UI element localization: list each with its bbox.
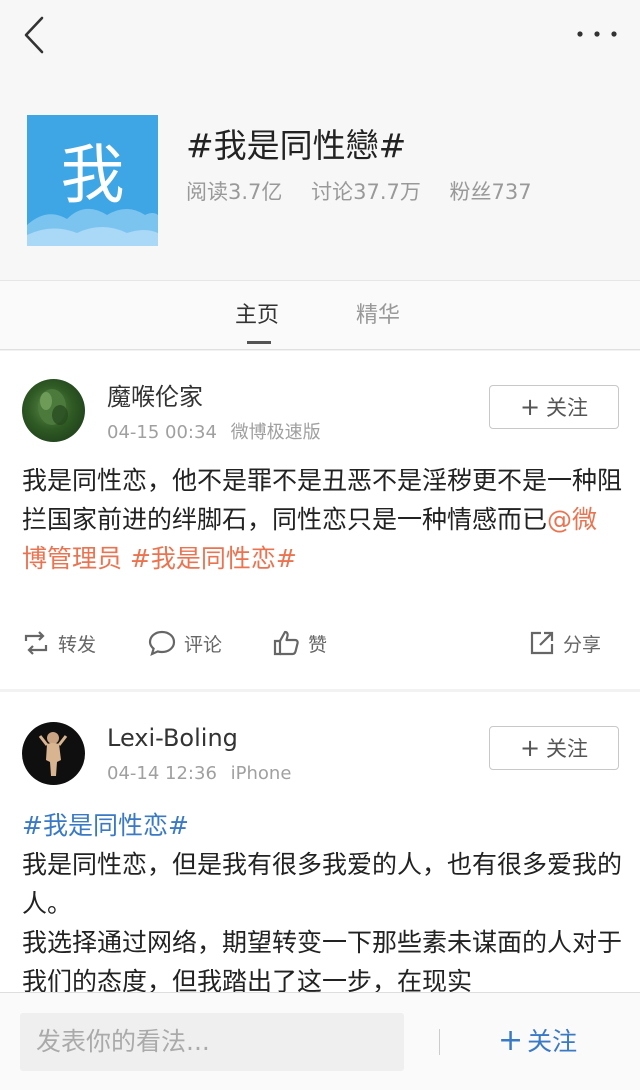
- fan-count: 粉丝737: [449, 180, 532, 204]
- repost-button[interactable]: 转发: [22, 623, 96, 663]
- avatar-image: [38, 732, 68, 776]
- bar-divider: [439, 1029, 440, 1055]
- share-icon: [530, 631, 554, 655]
- thumbs-up-icon: [273, 630, 299, 656]
- post-meta: 04-15 00:34 微博极速版: [107, 421, 321, 445]
- topic-title: #我是同性戀#: [186, 126, 407, 165]
- post-body: #我是同性恋# 我是同性恋，但是我有很多我爱的人，也有很多爱我的人。 我选择通过…: [22, 806, 622, 992]
- hashtag-link[interactable]: #我是同性恋#: [22, 806, 622, 845]
- more-button[interactable]: [572, 22, 622, 46]
- post-body: 我是同性恋，他不是罪不是丑恶不是淫秽更不是一种阻拦国家前进的绊脚石，同性恋只是一…: [22, 461, 622, 578]
- repost-icon: [24, 631, 48, 655]
- post-card: Lexi-Boling 04-14 12:36 iPhone + 关注 #我是同性…: [0, 692, 640, 992]
- plus-icon: +: [498, 1023, 524, 1058]
- comment-label: 评论: [184, 633, 223, 656]
- post-card: 魔喉伦家 04-15 00:34 微博极速版 + 关注 我是同性恋，他不是罪不是丑…: [0, 351, 640, 689]
- share-button[interactable]: 分享: [529, 623, 601, 663]
- username[interactable]: Lexi-Boling: [107, 722, 238, 754]
- post-text-line: 我是同性恋，但是我有很多我爱的人，也有很多爱我的人。: [22, 850, 623, 918]
- repost-label: 转发: [58, 633, 97, 656]
- post-meta: 04-14 12:36 iPhone: [107, 762, 291, 786]
- discussion-count: 讨论37.7万: [311, 180, 421, 204]
- comment-button[interactable]: 评论: [148, 623, 222, 663]
- post-time: 04-15 00:34: [107, 422, 217, 443]
- username[interactable]: 魔喉伦家: [107, 381, 203, 413]
- post-actions: 转发 评论 赞 分享: [0, 623, 640, 663]
- back-button[interactable]: [14, 14, 58, 58]
- user-avatar[interactable]: [22, 379, 85, 442]
- like-button[interactable]: 赞: [272, 623, 327, 663]
- follow-button[interactable]: + 关注: [489, 385, 619, 429]
- active-tab-indicator: [247, 341, 271, 344]
- read-count: 阅读3.7亿: [186, 180, 283, 204]
- post-text: 我是同性恋，他不是罪不是丑恶不是淫秽更不是一种阻拦国家前进的绊脚石，同性恋只是一…: [22, 466, 623, 534]
- topic-header: 我 #我是同性戀# 阅读3.7亿 讨论37.7万 粉丝737: [0, 100, 640, 280]
- post-text-line: 我选择通过网络，期望转变一下那些素未谋面的人对于我们的态度，但我踏出了这一步，在…: [22, 928, 623, 992]
- plus-icon: +: [519, 734, 541, 762]
- avatar-image: [38, 389, 68, 425]
- bottom-bar: 发表你的看法... + 关注: [0, 992, 640, 1090]
- chevron-left-icon: [24, 16, 44, 54]
- topic-stats: 阅读3.7亿 讨论37.7万 粉丝737: [186, 178, 554, 206]
- bottom-follow-button[interactable]: + 关注: [498, 1023, 577, 1060]
- follow-label: 关注: [546, 396, 589, 420]
- tab-best[interactable]: 精华: [356, 301, 400, 331]
- follow-label: 关注: [546, 737, 589, 761]
- post-time: 04-14 12:36: [107, 763, 217, 784]
- tab-home[interactable]: 主页: [235, 301, 279, 331]
- comment-icon: [148, 630, 176, 656]
- more-dots-icon: [577, 31, 617, 37]
- comment-input[interactable]: 发表你的看法...: [20, 1013, 404, 1071]
- topic-avatar: 我: [27, 115, 158, 246]
- topic-avatar-char: 我: [60, 139, 125, 213]
- plus-icon: +: [519, 393, 541, 421]
- follow-label: 关注: [527, 1027, 578, 1056]
- post-source: 微博极速版: [230, 422, 321, 443]
- post-source: iPhone: [230, 763, 292, 784]
- follow-button[interactable]: + 关注: [489, 726, 619, 770]
- share-label: 分享: [563, 633, 602, 656]
- top-nav-bar: [0, 0, 640, 100]
- hashtag-link[interactable]: #我是同性恋#: [122, 544, 297, 573]
- tab-bar: 主页 精华: [0, 280, 640, 350]
- user-avatar[interactable]: [22, 722, 85, 785]
- like-label: 赞: [308, 633, 328, 656]
